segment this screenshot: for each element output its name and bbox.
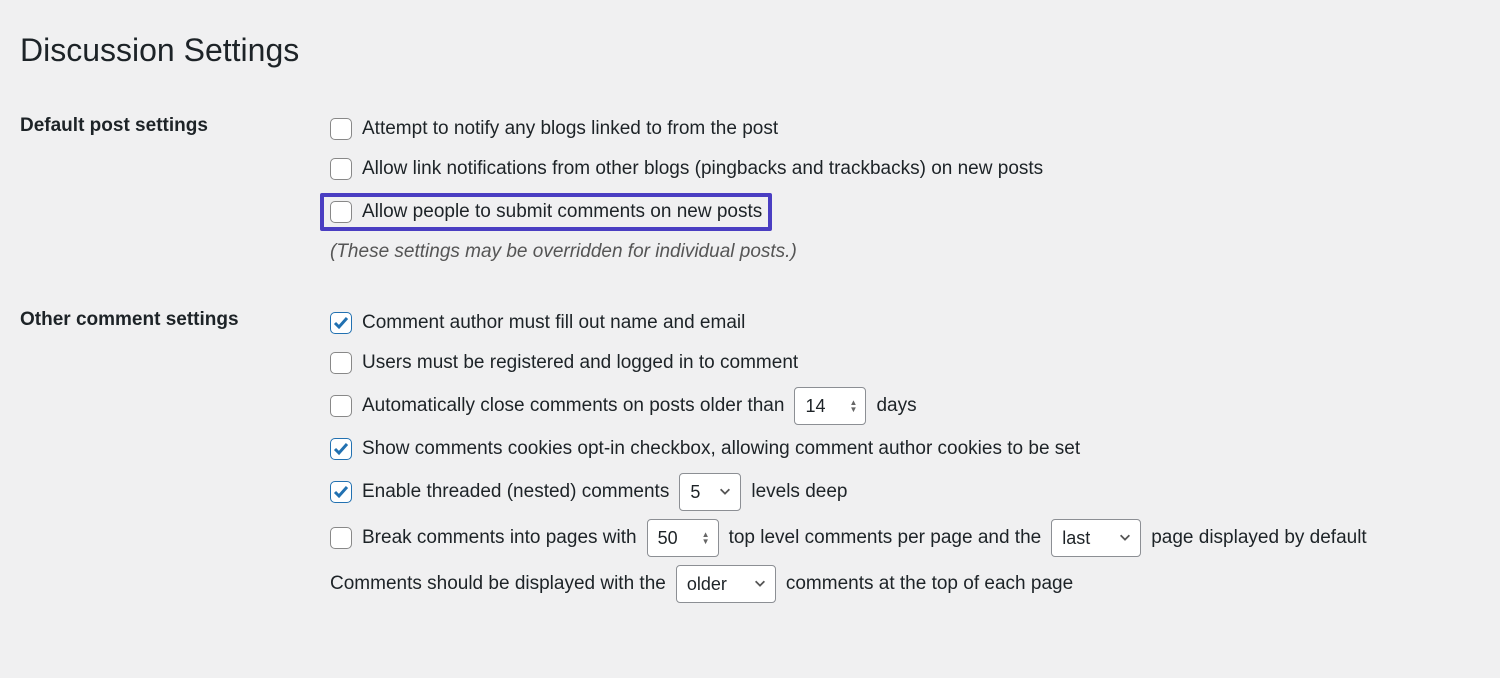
- input-comments-per-page-value: 50: [658, 528, 678, 549]
- settings-table: Default post settings Attempt to notify …: [20, 99, 1480, 637]
- label-allow-comments: Allow people to submit comments on new p…: [362, 201, 762, 223]
- label-break-post: page displayed by default: [1151, 527, 1367, 549]
- input-close-days[interactable]: 14 ▲▼: [794, 387, 866, 425]
- checkbox-cookies-optin[interactable]: [330, 438, 352, 460]
- checkbox-auto-close[interactable]: [330, 395, 352, 417]
- label-threaded-post: levels deep: [751, 481, 847, 503]
- label-cookies-optin: Show comments cookies opt-in checkbox, a…: [362, 438, 1080, 460]
- label-auto-close-post: days: [876, 395, 916, 417]
- label-order-post: comments at the top of each page: [786, 573, 1073, 595]
- select-comment-order[interactable]: older: [676, 565, 776, 603]
- select-default-page-value: last: [1062, 528, 1090, 549]
- label-break-pre: Break comments into pages with: [362, 527, 637, 549]
- chevron-down-icon: [718, 482, 732, 503]
- section-heading-default-post: Default post settings: [20, 99, 330, 293]
- stepper-icon: ▲▼: [850, 399, 858, 413]
- highlighted-allow-comments: Allow people to submit comments on new p…: [320, 193, 772, 231]
- checkbox-break-pages[interactable]: [330, 527, 352, 549]
- page-title: Discussion Settings: [20, 32, 1480, 69]
- label-threaded-pre: Enable threaded (nested) comments: [362, 481, 669, 503]
- label-author-name-email: Comment author must fill out name and em…: [362, 312, 745, 334]
- checkbox-author-name-email[interactable]: [330, 312, 352, 334]
- label-order-pre: Comments should be displayed with the: [330, 573, 666, 595]
- checkbox-registered-users[interactable]: [330, 352, 352, 374]
- label-pingbacks: Allow link notifications from other blog…: [362, 158, 1043, 180]
- select-thread-depth[interactable]: 5: [679, 473, 741, 511]
- label-auto-close-pre: Automatically close comments on posts ol…: [362, 395, 784, 417]
- note-override: (These settings may be overridden for in…: [330, 235, 1480, 263]
- checkbox-threaded[interactable]: [330, 481, 352, 503]
- input-close-days-value: 14: [805, 396, 825, 417]
- checkbox-pingbacks[interactable]: [330, 158, 352, 180]
- input-comments-per-page[interactable]: 50 ▲▼: [647, 519, 719, 557]
- stepper-icon: ▲▼: [702, 531, 710, 545]
- label-notify-blogs: Attempt to notify any blogs linked to fr…: [362, 118, 778, 140]
- section-heading-other-comment: Other comment settings: [20, 293, 330, 637]
- select-default-page[interactable]: last: [1051, 519, 1141, 557]
- checkbox-allow-comments[interactable]: [330, 201, 352, 223]
- label-registered-users: Users must be registered and logged in t…: [362, 352, 798, 374]
- select-thread-depth-value: 5: [690, 482, 700, 503]
- chevron-down-icon: [1118, 528, 1132, 549]
- chevron-down-icon: [753, 574, 767, 595]
- label-break-mid: top level comments per page and the: [729, 527, 1042, 549]
- select-comment-order-value: older: [687, 574, 727, 595]
- checkbox-notify-blogs[interactable]: [330, 118, 352, 140]
